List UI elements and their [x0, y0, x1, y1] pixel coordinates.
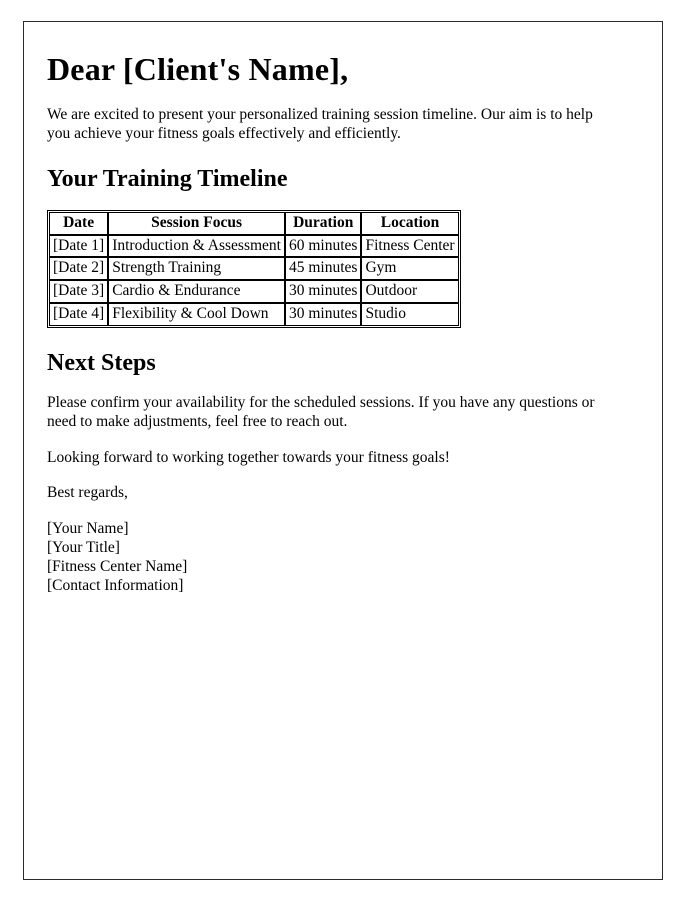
table-row: [Date 3] Cardio & Endurance 30 minutes O…: [49, 280, 459, 304]
table-row: [Date 1] Introduction & Assessment 60 mi…: [49, 234, 459, 258]
intro-paragraph: We are excited to present your personali…: [47, 106, 593, 143]
table-row: [Date 2] Strength Training 45 minutes Gy…: [49, 257, 459, 281]
next-steps-paragraph-1: Please confirm your availability for the…: [47, 393, 595, 430]
cell-date: [Date 1]: [49, 234, 109, 258]
document-page-frame: Dear [Client's Name], We are excited to …: [23, 21, 663, 880]
table-row: [Date 4] Flexibility & Cool Down 30 minu…: [49, 303, 459, 327]
cell-duration: 30 minutes: [285, 303, 362, 327]
next-steps-heading: Next Steps: [47, 350, 156, 377]
cell-session-focus: Flexibility & Cool Down: [108, 303, 285, 327]
cell-session-focus: Cardio & Endurance: [108, 280, 285, 304]
page-title: Dear [Client's Name],: [47, 51, 349, 87]
next-steps-paragraph-2: Looking forward to working together towa…: [47, 448, 450, 466]
cell-date: [Date 2]: [49, 257, 109, 281]
signature-block: [Your Name] [Your Title] [Fitness Center…: [47, 520, 615, 596]
table-header-row: Date Session Focus Duration Location: [49, 211, 459, 235]
cell-location: Studio: [361, 303, 459, 327]
cell-location: Gym: [361, 257, 459, 281]
cell-duration: 60 minutes: [285, 234, 362, 258]
signature-line-title: [Your Title]: [47, 539, 120, 557]
signature-line-name: [Your Name]: [47, 520, 129, 538]
cell-session-focus: Introduction & Assessment: [108, 234, 285, 258]
column-header-session-focus: Session Focus: [108, 211, 285, 235]
cell-location: Fitness Center: [361, 234, 459, 258]
cell-session-focus: Strength Training: [108, 257, 285, 281]
document-body: Dear [Client's Name], We are excited to …: [47, 34, 615, 596]
signature-line-organization: [Fitness Center Name]: [47, 558, 188, 576]
training-timeline-table: Date Session Focus Duration Location [Da…: [47, 209, 461, 329]
closing-salutation: Best regards,: [47, 484, 128, 502]
cell-date: [Date 3]: [49, 280, 109, 304]
signature-line-contact: [Contact Information]: [47, 577, 184, 595]
column-header-date: Date: [49, 211, 109, 235]
column-header-duration: Duration: [285, 211, 362, 235]
timeline-section-heading: Your Training Timeline: [47, 166, 288, 192]
cell-duration: 45 minutes: [285, 257, 362, 281]
cell-date: [Date 4]: [49, 303, 109, 327]
cell-duration: 30 minutes: [285, 280, 362, 304]
cell-location: Outdoor: [361, 280, 459, 304]
column-header-location: Location: [361, 211, 459, 235]
